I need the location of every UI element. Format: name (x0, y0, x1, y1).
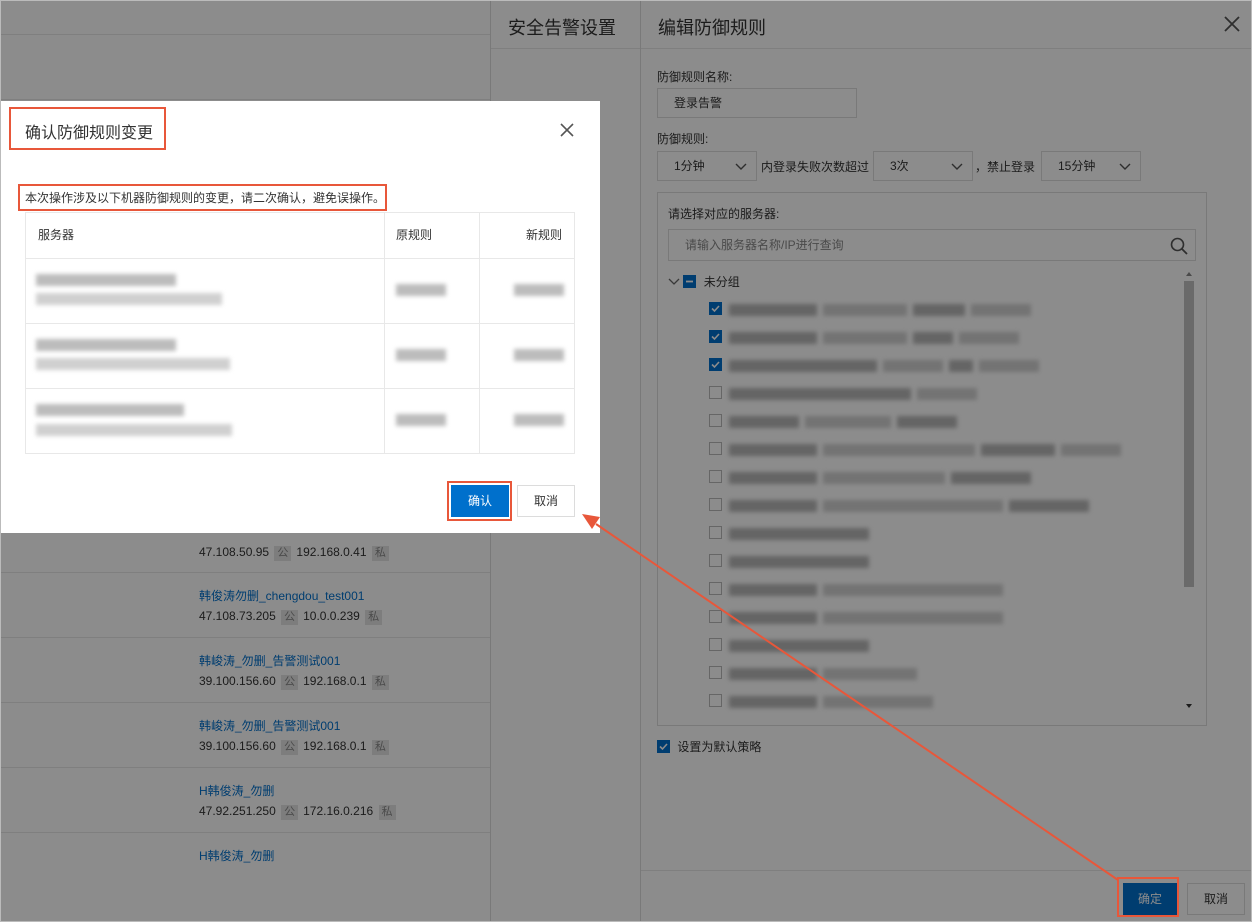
annotation-arrow (582, 514, 1119, 881)
